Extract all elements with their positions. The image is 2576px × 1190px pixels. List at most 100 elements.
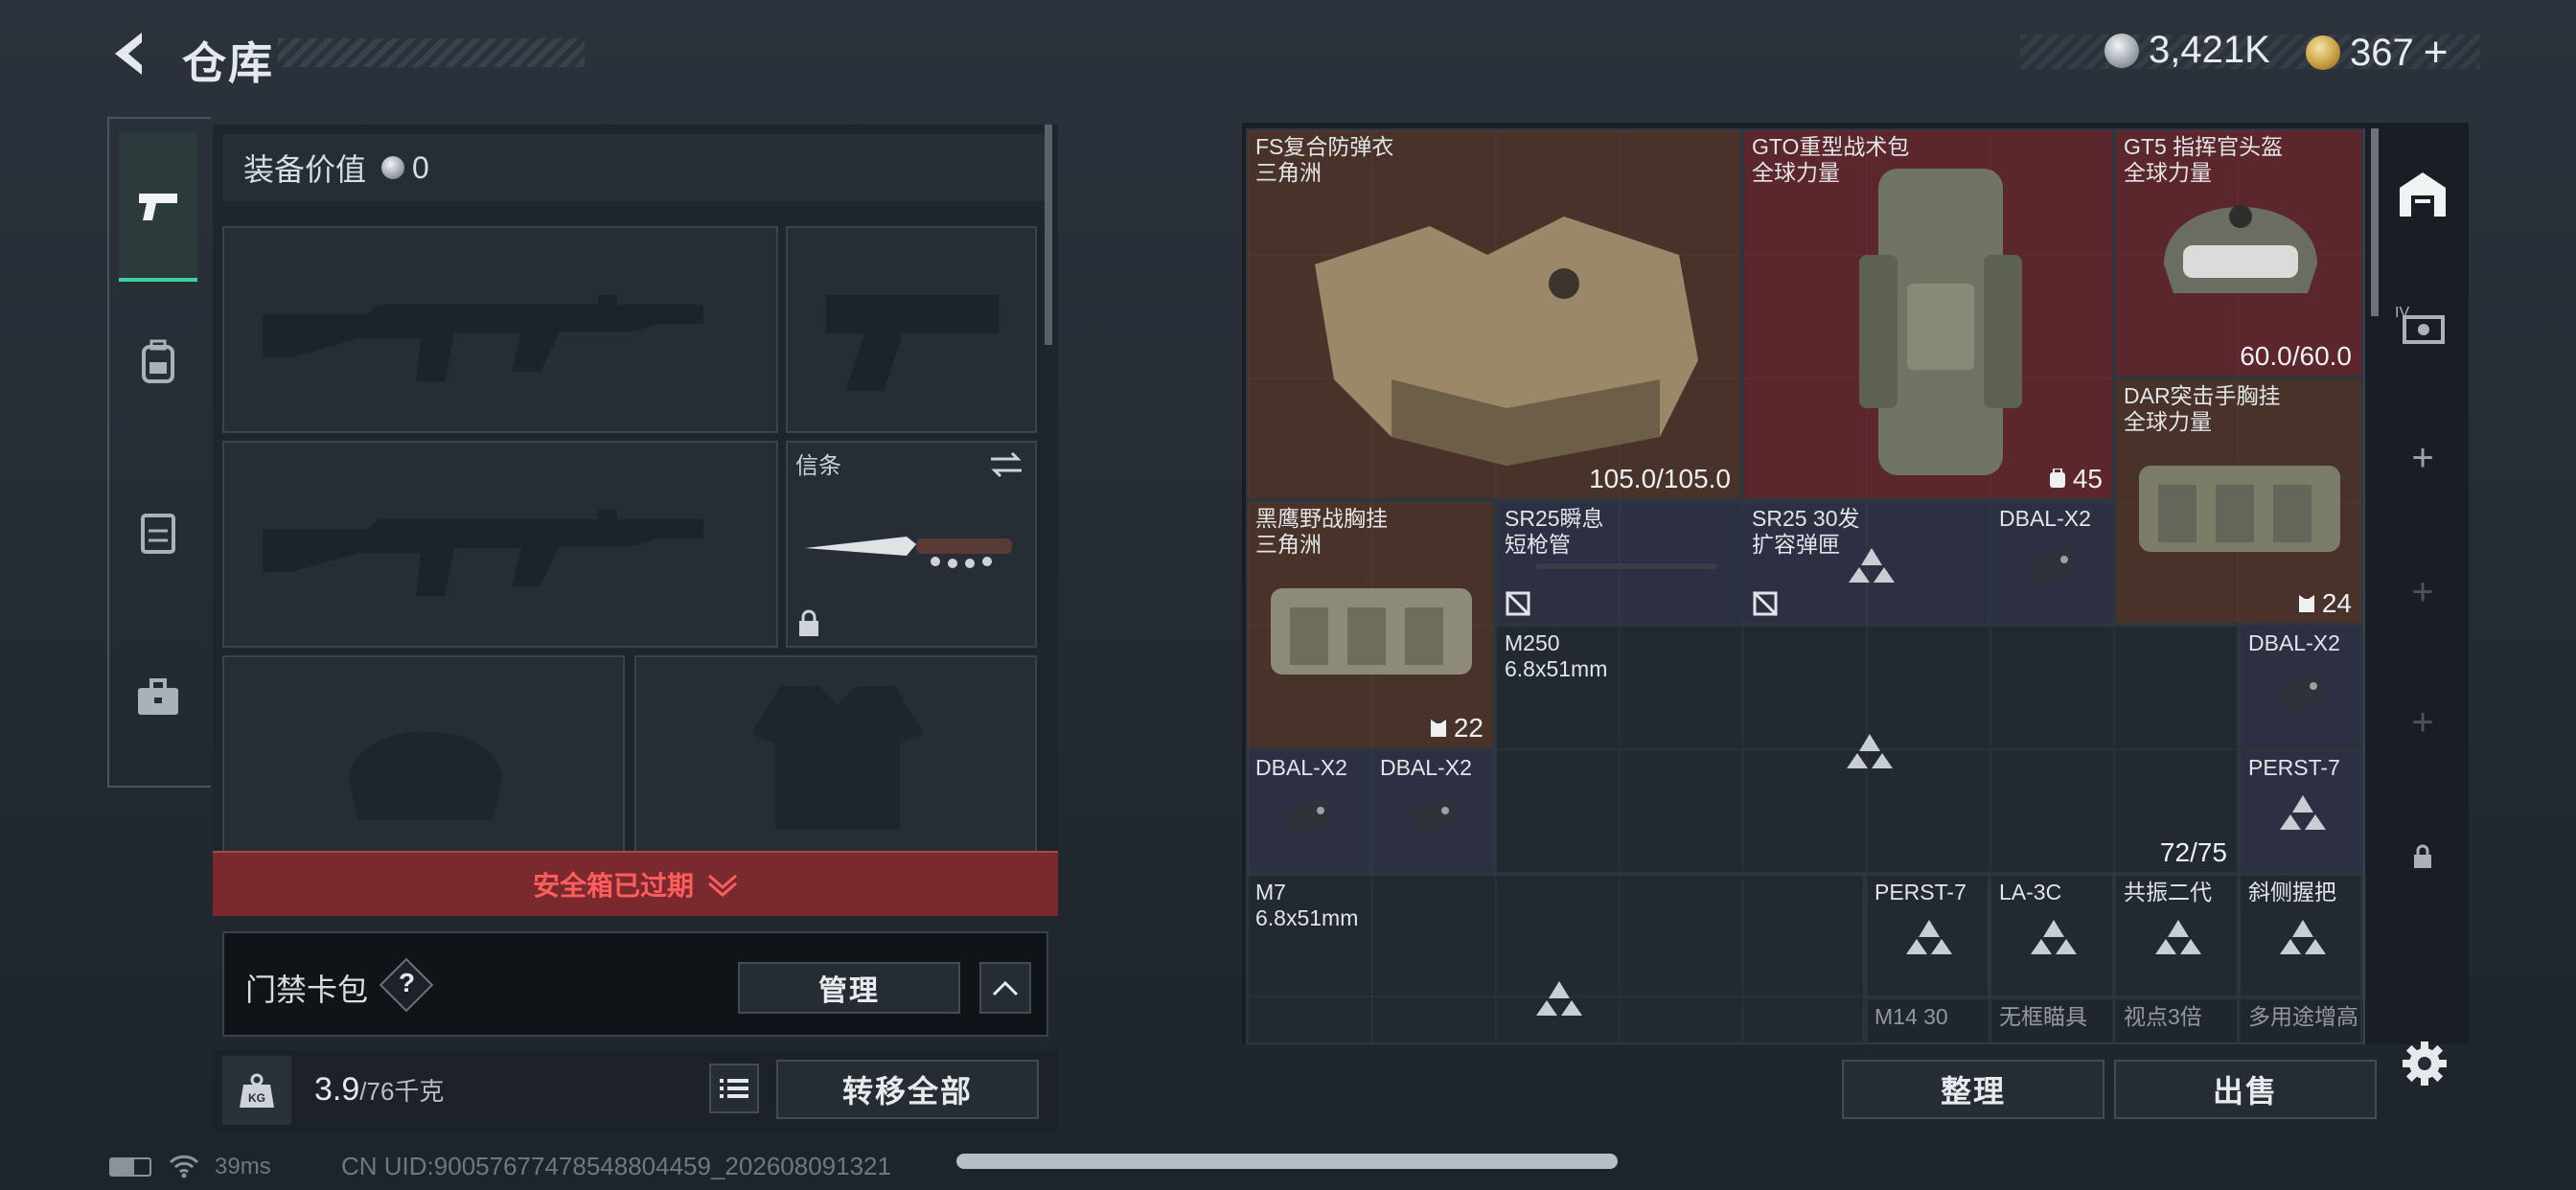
armor-silhouette-icon xyxy=(751,686,924,830)
stash-item-gongzhen[interactable]: 共振二代 xyxy=(2114,874,2239,998)
weight-kg-icon: KG xyxy=(240,1073,274,1108)
item-name: DBAL-X2 xyxy=(2248,630,2340,655)
primary-weapon-slot[interactable] xyxy=(222,226,778,433)
weight-current: 3.9 xyxy=(314,1071,360,1108)
stash-scrollbar[interactable] xyxy=(2371,128,2379,316)
stash-item-perst-1[interactable]: PERST-7 xyxy=(2239,749,2363,874)
item-ammo-count: 72/75 xyxy=(2159,837,2227,867)
stash-item-dbal-2[interactable]: DBAL-X2 xyxy=(2239,625,2363,749)
item-name: SR25瞬息 短枪管 xyxy=(1505,506,1604,557)
backpack-item-icon xyxy=(1859,169,2022,475)
stash-tab-expansion[interactable]: IV xyxy=(2386,287,2459,360)
stash-item-dar-rig[interactable]: DAR突击手胸挂 全球力量 24 xyxy=(2114,378,2363,625)
silver-coin-icon xyxy=(2104,33,2139,68)
placeholder-triangle-icon xyxy=(1847,734,1893,768)
rifle-silhouette-icon xyxy=(263,510,703,596)
armor-slot[interactable] xyxy=(634,655,1037,857)
item-name: 多用途增高 xyxy=(2248,1004,2358,1029)
wifi-icon xyxy=(169,1155,199,1179)
currency-gold[interactable]: 367 + xyxy=(2306,29,2448,77)
currency-silver: 3,421K xyxy=(2104,29,2270,72)
item-name: 共振二代 xyxy=(2124,880,2212,904)
lock-icon xyxy=(799,609,818,636)
item-name: 斜侧握把 xyxy=(2248,880,2336,904)
melee-slot-label: 信条 xyxy=(795,453,841,479)
stash-item-duoyong[interactable]: 多用途增高 xyxy=(2239,998,2363,1044)
stash-item-m250[interactable]: M250 6.8x51mm 72/75 xyxy=(1495,625,2239,874)
weight-icon-box: KG xyxy=(222,1056,291,1125)
stash-tab-locked xyxy=(2386,820,2459,893)
settings-button[interactable] xyxy=(2390,1029,2459,1098)
swap-arrows-icon[interactable] xyxy=(987,450,1025,479)
stash-item-shidian[interactable]: 视点3倍 xyxy=(2114,998,2239,1044)
helmet-slot[interactable] xyxy=(222,655,625,857)
secondary-weapon-slot[interactable] xyxy=(222,441,778,648)
knife-icon xyxy=(805,537,1012,568)
battery-icon xyxy=(109,1157,151,1177)
placeholder-triangle-icon xyxy=(2280,920,2326,954)
item-name: M14 30 xyxy=(1874,1004,1948,1029)
svg-text:KG: KG xyxy=(248,1091,265,1105)
stash-item-dbal-1[interactable]: DBAL-X2 xyxy=(1990,500,2114,625)
item-name: LA-3C xyxy=(1999,880,2062,904)
collapse-button[interactable] xyxy=(979,962,1031,1014)
back-button[interactable] xyxy=(104,27,157,80)
nav-tab-weapons[interactable] xyxy=(119,132,197,282)
sell-button[interactable]: 出售 xyxy=(2114,1060,2377,1119)
manage-button[interactable]: 管理 xyxy=(738,962,960,1014)
nav-tab-vest[interactable] xyxy=(119,485,197,581)
laser-device-icon xyxy=(2278,673,2326,713)
stash-tab-add-1[interactable]: + xyxy=(2386,422,2459,494)
stash-tab-main[interactable] xyxy=(2386,157,2459,230)
stash-tab-add-3[interactable]: + xyxy=(2386,686,2459,759)
stash-item-m14[interactable]: M14 30 xyxy=(1865,998,1990,1044)
stash-item-m7[interactable]: M7 6.8x51mm xyxy=(1246,874,1865,1044)
chevron-up-icon xyxy=(992,980,1019,996)
vest-icon xyxy=(141,514,175,554)
chest-rig-icon xyxy=(2139,466,2340,552)
list-icon xyxy=(720,1079,748,1098)
equipment-value-label: 装备价值 xyxy=(243,152,367,187)
equipment-value: 0 xyxy=(412,149,429,185)
warehouse-icon xyxy=(2400,172,2446,217)
placeholder-triangle-icon xyxy=(1906,920,1952,954)
stash-item-perst-2[interactable]: PERST-7 xyxy=(1865,874,1990,998)
unavailable-icon xyxy=(1752,590,1779,617)
ping-text: 39ms xyxy=(215,1154,271,1179)
item-durability: 105.0/105.0 xyxy=(1589,464,1731,493)
briefcase-icon xyxy=(138,678,178,715)
stash-item-sr25-mag[interactable]: SR25 30发 扩容弹匣 xyxy=(1742,500,1990,625)
list-view-button[interactable] xyxy=(709,1064,759,1113)
panel-scrollbar[interactable] xyxy=(1045,125,1052,345)
body-armor-icon xyxy=(1315,217,1698,466)
item-name: M250 6.8x51mm xyxy=(1505,630,1608,681)
stash-item-fs-armor[interactable]: FS复合防弹衣 三角洲 105.0/105.0 xyxy=(1246,128,1742,500)
melee-slot[interactable]: 信条 xyxy=(786,441,1037,648)
lock-icon xyxy=(2414,844,2431,868)
stash-item-xiece[interactable]: 斜侧握把 xyxy=(2239,874,2363,998)
stash-item-gto-backpack[interactable]: GTO重型战术包 全球力量 45 xyxy=(1742,128,2114,500)
stash-item-dbal-4[interactable]: DBAL-X2 xyxy=(1370,749,1495,874)
title-hatch-decoration xyxy=(278,38,585,67)
item-name: PERST-7 xyxy=(2248,755,2340,780)
stash-item-sr25-barrel[interactable]: SR25瞬息 短枪管 xyxy=(1495,500,1742,625)
card-pack-label: 门禁卡包 xyxy=(245,973,369,1007)
stash-item-gt5-helmet[interactable]: GT5 指挥官头盔 全球力量 60.0/60.0 xyxy=(2114,128,2363,378)
stash-item-dbal-3[interactable]: DBAL-X2 xyxy=(1246,749,1370,874)
page-title: 仓库 xyxy=(182,38,274,88)
equipment-value-row: 装备价值 0 xyxy=(222,134,1046,201)
item-capacity: 24 xyxy=(2297,588,2352,619)
pistol-slot[interactable] xyxy=(786,226,1037,433)
stash-item-blackhawk-rig[interactable]: 黑鹰野战胸挂 三角洲 22 xyxy=(1246,500,1495,749)
stash-item-la3c[interactable]: LA-3C xyxy=(1990,874,2114,998)
safe-box-expired-banner[interactable]: 安全箱已过期 xyxy=(213,851,1058,916)
backpack-icon xyxy=(142,339,174,383)
nav-tab-backpack[interactable] xyxy=(119,314,197,410)
stash-tab-add-2[interactable]: + xyxy=(2386,556,2459,629)
stash-item-wukuang[interactable]: 无框瞄具 xyxy=(1990,998,2114,1044)
sort-button[interactable]: 整理 xyxy=(1842,1060,2104,1119)
pistol-silhouette-icon xyxy=(826,295,999,391)
transfer-all-button[interactable]: 转移全部 xyxy=(776,1060,1039,1119)
plus-icon: + xyxy=(2411,436,2434,479)
nav-tab-case[interactable] xyxy=(119,650,197,745)
